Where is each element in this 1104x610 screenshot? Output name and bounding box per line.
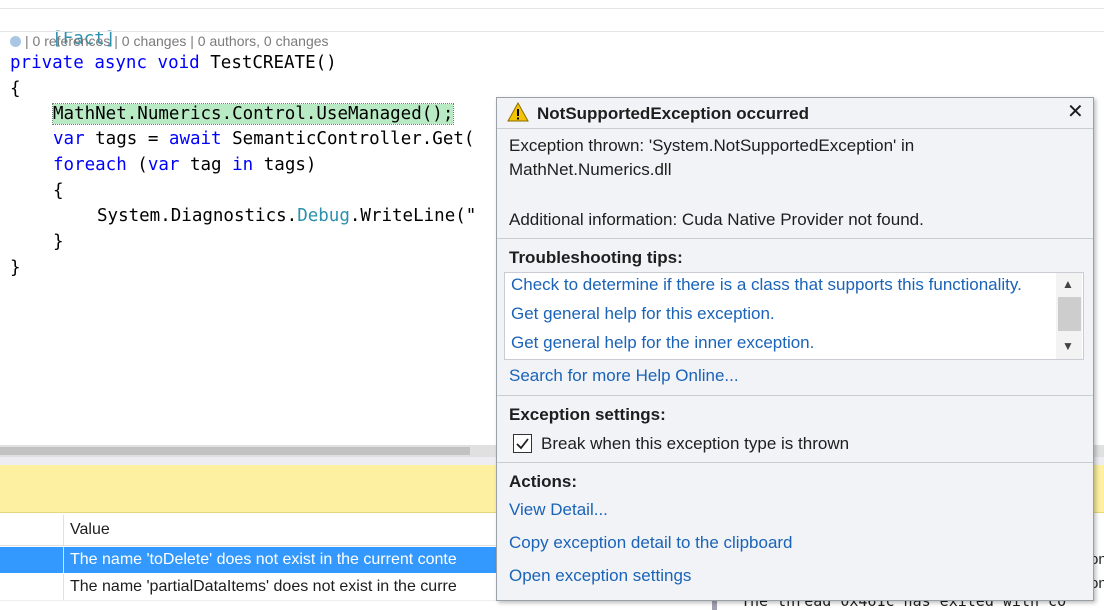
row-value: The name 'partialDataItems' does not exi… xyxy=(70,578,457,595)
brace: { xyxy=(53,181,64,201)
view-detail-link[interactable]: View Detail... xyxy=(509,500,608,520)
code-text: tags) xyxy=(253,155,317,175)
code-line-usemanaged: MathNet.Numerics.Control.UseManaged(); xyxy=(51,103,455,125)
scroll-down-icon[interactable]: ▼ xyxy=(1062,339,1074,353)
brace: { xyxy=(10,79,21,99)
code-text: tags = xyxy=(84,129,169,149)
tip-link[interactable]: Get general help for the inner exception… xyxy=(511,333,814,353)
exception-helper-popup: NotSupportedException occurred ✕ Excepti… xyxy=(496,97,1094,601)
editor-separator xyxy=(0,31,1104,32)
tip-link[interactable]: Check to determine if there is a class t… xyxy=(511,275,1022,295)
exception-title: NotSupportedException occurred xyxy=(537,104,810,123)
column-divider[interactable] xyxy=(63,515,64,545)
type-name: Debug xyxy=(297,206,350,226)
code-text: tag xyxy=(179,155,233,175)
code-line-debug: System.Diagnostics.Debug.WriteLine(" xyxy=(97,205,476,227)
editor-separator xyxy=(0,8,1104,9)
actions-heading: Actions: xyxy=(509,472,577,491)
additional-information: Additional information: Cuda Native Prov… xyxy=(509,210,924,229)
divider xyxy=(497,128,1093,129)
info-icon xyxy=(10,36,21,47)
troubleshooting-tips-list[interactable]: Check to determine if there is a class t… xyxy=(504,272,1084,360)
value-column-header[interactable]: Value xyxy=(70,521,110,539)
scrollbar-thumb[interactable] xyxy=(1058,297,1081,331)
checkmark-icon xyxy=(516,438,529,450)
open-exception-settings-link[interactable]: Open exception settings xyxy=(509,566,691,586)
code-text: System.Diagnostics. xyxy=(97,206,298,226)
warning-icon xyxy=(507,101,529,122)
tips-scrollbar[interactable]: ▲ ▼ xyxy=(1056,273,1082,359)
keyword: var xyxy=(53,129,85,149)
copy-detail-link[interactable]: Copy exception detail to the clipboard xyxy=(509,533,793,553)
divider xyxy=(497,395,1093,396)
brace: } xyxy=(53,232,64,252)
exception-thrown-text: Exception thrown: 'System.NotSupportedEx… xyxy=(509,136,915,155)
method-name: TestCREATE() xyxy=(210,53,337,73)
tip-link[interactable]: Get general help for this exception. xyxy=(511,304,775,324)
keyword: foreach xyxy=(53,155,127,175)
scrollbar-thumb[interactable] xyxy=(0,447,470,455)
row-value: The name 'toDelete' does not exist in th… xyxy=(70,551,457,568)
keyword: var xyxy=(147,155,180,175)
scroll-up-icon[interactable]: ▲ xyxy=(1062,277,1074,291)
code-line-foreach: foreach (var tag in tags) xyxy=(53,154,316,176)
break-checkbox[interactable] xyxy=(513,434,532,453)
code-text: .WriteLine(" xyxy=(349,206,477,226)
code-text: SemanticController.Get( xyxy=(221,129,475,149)
code-text: ( xyxy=(126,155,148,175)
column-divider xyxy=(63,547,64,573)
brace: } xyxy=(10,258,21,278)
divider xyxy=(497,238,1093,239)
break-checkbox-label[interactable]: Break when this exception type is thrown xyxy=(541,434,849,454)
keyword: await xyxy=(168,129,222,149)
troubleshooting-heading: Troubleshooting tips: xyxy=(509,248,683,267)
exception-dll-text: MathNet.Numerics.dll xyxy=(509,160,672,179)
codelens[interactable]: | 0 references | 0 changes | 0 authors, … xyxy=(10,33,329,49)
keyword: private xyxy=(10,53,84,73)
column-divider xyxy=(63,574,64,600)
codelens-text[interactable]: | 0 references | 0 changes | 0 authors, … xyxy=(25,33,329,49)
code-line-tags: var tags = await SemanticController.Get( xyxy=(53,128,474,150)
exception-settings-heading: Exception settings: xyxy=(509,405,666,424)
search-help-online-link[interactable]: Search for more Help Online... xyxy=(509,366,739,386)
close-icon[interactable]: ✕ xyxy=(1067,102,1084,122)
divider xyxy=(497,462,1093,463)
keyword: void xyxy=(157,53,200,73)
current-statement-highlight: MathNet.Numerics.Control.UseManaged(); xyxy=(51,103,455,125)
method-signature: private async void TestCREATE() xyxy=(10,52,337,74)
keyword: in xyxy=(232,155,254,175)
keyword: async xyxy=(94,53,147,73)
